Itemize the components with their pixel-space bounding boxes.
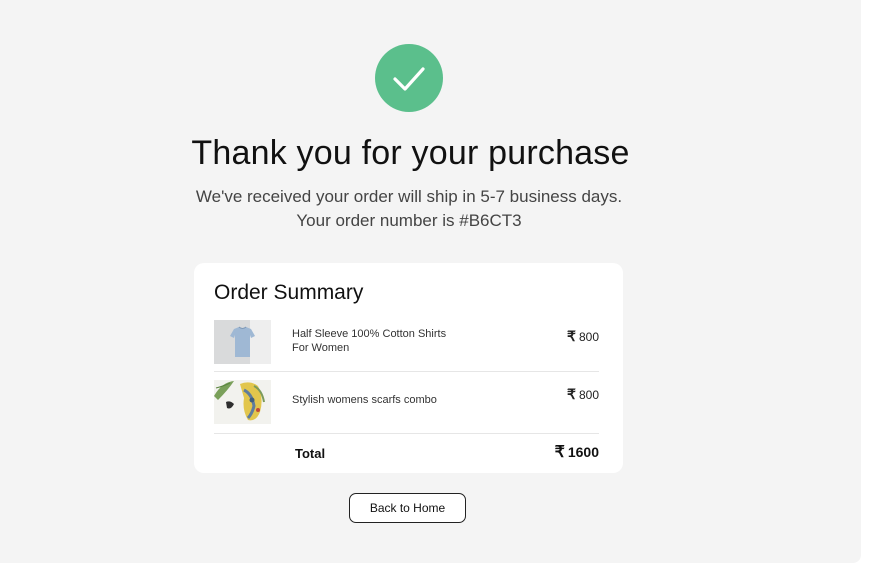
item-price: ₹800 (567, 386, 599, 403)
total-amount: 1600 (567, 444, 599, 460)
order-summary-card: Order Summary Half Sleeve 100% Cotton Sh… (194, 263, 623, 473)
total-label: Total (295, 446, 326, 461)
total-value: ₹1600 (555, 442, 599, 462)
rupee-symbol: ₹ (567, 386, 576, 402)
confirmation-panel: Thank you for your purchase We've receiv… (0, 0, 861, 563)
item-name-line: Half Sleeve 100% Cotton Shirts (292, 328, 447, 340)
success-check-icon (375, 44, 443, 112)
item-price: ₹800 (567, 328, 599, 345)
shirt-thumbnail (214, 320, 271, 364)
rupee-symbol: ₹ (554, 444, 565, 461)
item-name-line: For Women (292, 342, 350, 354)
page-title: Thank you for your purchase (191, 134, 630, 172)
scarves-thumbnail (214, 380, 271, 424)
item-price-value: 800 (578, 388, 599, 402)
divider (214, 371, 599, 372)
rupee-symbol: ₹ (567, 328, 576, 344)
back-to-home-button[interactable]: Back to Home (349, 493, 466, 523)
shipping-message: We've received your order will ship in 5… (195, 187, 623, 206)
order-item: Stylish womens scarfs combo ₹800 (214, 378, 599, 426)
item-price-value: 800 (578, 330, 599, 344)
order-item: Half Sleeve 100% Cotton Shirts For Women… (214, 318, 599, 368)
order-summary-heading: Order Summary (214, 281, 364, 304)
divider (214, 433, 599, 434)
item-name: Stylish womens scarfs combo (292, 394, 437, 406)
order-number-message: Your order number is #B6CT3 (296, 211, 522, 230)
